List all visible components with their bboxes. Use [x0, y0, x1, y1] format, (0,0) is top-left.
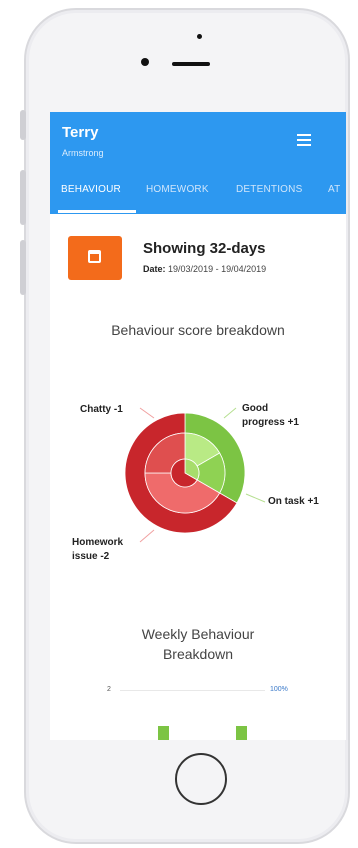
label-good-progress: Good progress +1 [242, 403, 299, 428]
weekly-axis-min: 2 [107, 686, 111, 693]
sensor-icon [197, 34, 202, 39]
volume-up-button [20, 170, 26, 225]
volume-down-button [20, 240, 26, 295]
app-screen: Terry Armstrong BEHAVIOUR HOMEWORK DETEN… [50, 112, 346, 740]
weekly-bar [158, 726, 169, 740]
weekly-bar [236, 726, 247, 740]
label-homework-issue: Homework issue -2 [72, 537, 124, 562]
weekly-axis-max: 100% [270, 686, 288, 693]
label-chatty: Chatty -1 [80, 404, 123, 415]
home-button-icon[interactable] [175, 753, 227, 805]
speaker-icon [172, 62, 210, 66]
camera-icon [141, 58, 149, 66]
weekly-title-text: Weekly Behaviour Breakdown [141, 626, 255, 662]
silent-switch [20, 110, 26, 140]
weekly-axis-line [120, 690, 265, 691]
weekly-title: Weekly Behaviour Breakdown [50, 624, 346, 664]
label-on-task: On task +1 [268, 496, 319, 507]
